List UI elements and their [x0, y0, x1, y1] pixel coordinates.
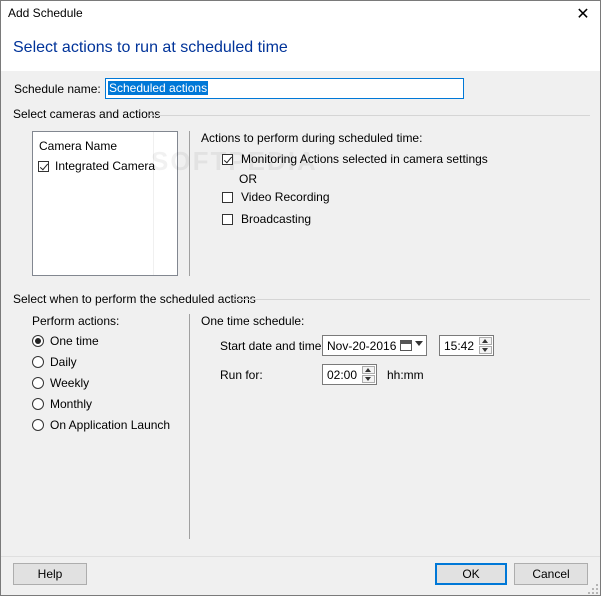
- window-title: Add Schedule: [8, 6, 83, 20]
- option-weekly-radio[interactable]: [32, 377, 44, 389]
- spin-up-icon[interactable]: [362, 366, 375, 374]
- dialog-footer: Help OK Cancel: [1, 556, 600, 595]
- option-one-time-label: One time: [50, 334, 99, 348]
- run-for-label: Run for:: [220, 368, 263, 382]
- perform-actions-title: Perform actions:: [32, 314, 120, 328]
- option-monthly-radio[interactable]: [32, 398, 44, 410]
- option-monthly-label: Monthly: [50, 397, 93, 411]
- or-separator: OR: [239, 172, 257, 186]
- cameras-section-divider: [149, 115, 590, 116]
- option-daily-radio[interactable]: [32, 356, 44, 368]
- calendar-icon[interactable]: [400, 340, 412, 351]
- run-for-input[interactable]: 02:00: [322, 364, 377, 385]
- option-one-time-radio[interactable]: [32, 335, 44, 347]
- start-time-stepper[interactable]: [479, 337, 492, 354]
- start-date-time-label: Start date and time:: [220, 339, 325, 353]
- spin-down-icon[interactable]: [362, 375, 375, 383]
- camera-checkbox[interactable]: [38, 161, 49, 172]
- run-for-unit: hh:mm: [387, 368, 424, 382]
- action-broadcasting-checkbox[interactable]: [222, 214, 233, 225]
- ok-button[interactable]: OK: [435, 563, 507, 585]
- close-icon: ✕: [576, 6, 590, 23]
- camera-item-label: Integrated Camera: [55, 159, 156, 173]
- resize-grip[interactable]: [588, 584, 598, 594]
- when-vertical-divider: [189, 314, 190, 539]
- run-for-value: 02:00: [327, 368, 358, 382]
- spin-down-icon[interactable]: [479, 346, 492, 354]
- close-button[interactable]: ✕: [566, 1, 600, 27]
- actions-title: Actions to perform during scheduled time…: [201, 131, 423, 145]
- schedule-name-label: Schedule name:: [14, 82, 101, 96]
- header-area: Select actions to run at scheduled time: [1, 27, 600, 71]
- start-date-value: Nov-20-2016: [327, 339, 397, 353]
- add-schedule-dialog: Add Schedule ✕ Select actions to run at …: [0, 0, 601, 596]
- title-bar: Add Schedule ✕: [1, 1, 600, 27]
- schedule-name-value: Scheduled actions: [108, 81, 209, 95]
- spin-up-icon[interactable]: [479, 337, 492, 345]
- help-button[interactable]: Help: [13, 563, 87, 585]
- cameras-vertical-divider: [189, 131, 190, 276]
- schedule-type-title: One time schedule:: [201, 314, 305, 328]
- when-section-title: Select when to perform the scheduled act…: [13, 292, 256, 306]
- action-broadcasting-label: Broadcasting: [241, 212, 312, 226]
- action-video-recording-label: Video Recording: [241, 190, 330, 204]
- action-monitoring-label: Monitoring Actions selected in camera se…: [241, 152, 488, 166]
- option-on-app-launch-label: On Application Launch: [50, 418, 171, 432]
- option-daily-label: Daily: [50, 355, 77, 369]
- cancel-button[interactable]: Cancel: [514, 563, 588, 585]
- chevron-down-icon[interactable]: [415, 341, 423, 346]
- start-time-value: 15:42: [444, 339, 475, 353]
- cameras-section-title: Select cameras and actions: [13, 107, 161, 121]
- when-section-divider: [233, 299, 590, 300]
- camera-list-header: Camera Name: [39, 139, 118, 153]
- start-time-input[interactable]: 15:42: [439, 335, 494, 356]
- action-monitoring-checkbox[interactable]: [222, 154, 233, 165]
- option-on-app-launch-radio[interactable]: [32, 419, 44, 431]
- option-weekly-label: Weekly: [50, 376, 90, 390]
- start-date-picker[interactable]: Nov-20-2016: [322, 335, 427, 356]
- schedule-name-input[interactable]: Scheduled actions: [105, 78, 464, 99]
- action-video-recording-checkbox[interactable]: [222, 192, 233, 203]
- run-for-stepper[interactable]: [362, 366, 375, 383]
- page-title: Select actions to run at scheduled time: [13, 39, 288, 56]
